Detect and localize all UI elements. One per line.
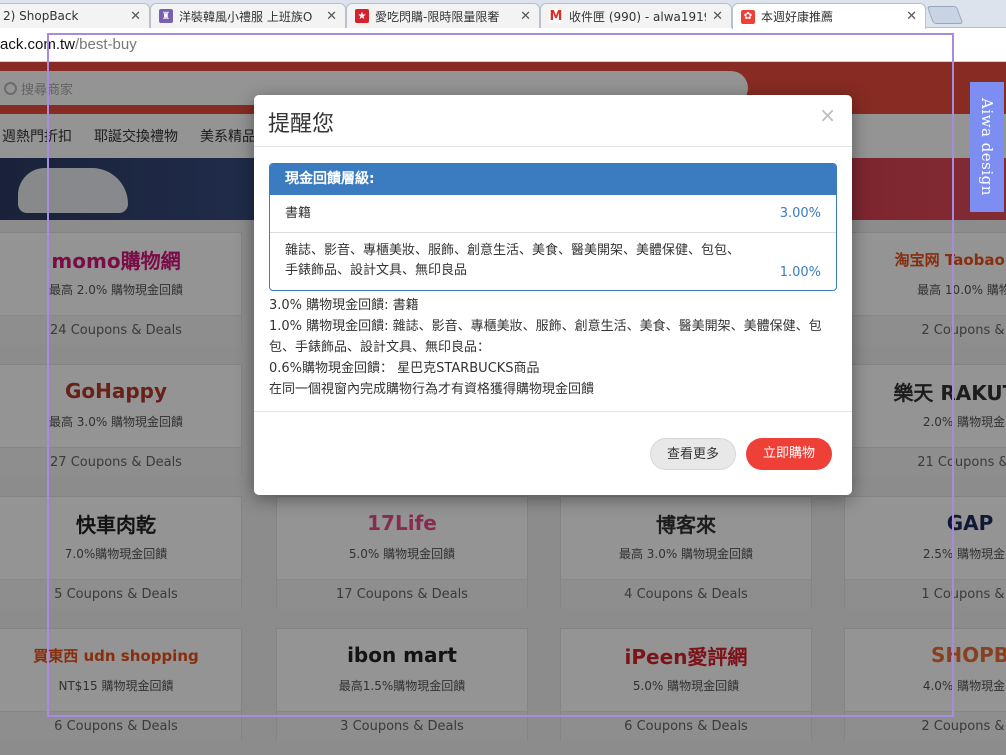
close-icon[interactable]: × — [819, 103, 836, 127]
browser-tab-dress-store[interactable]: ♜ 洋裝韓風小禮服 上班族O ✕ — [150, 3, 346, 28]
flashsale-favicon-icon: ★ — [355, 9, 369, 23]
tier-percent: 3.00% — [779, 206, 821, 221]
url-host: ack.com.tw — [0, 36, 76, 53]
close-icon[interactable]: ✕ — [130, 9, 141, 24]
tab-title: 洋裝韓風小禮服 上班族O — [179, 9, 313, 24]
browser-tab-flash-sale[interactable]: ★ 愛吃閃購-限時限量限奢 ✕ — [346, 3, 540, 28]
tier-row: 雜誌、影音、專櫃美妝、服飾、創意生活、美食、醫美開架、美體保健、包包、手錶飾品、… — [270, 233, 836, 290]
new-tab-button[interactable] — [926, 6, 964, 24]
cashback-notes: 3.0% 購物現金回饋: 書籍 1.0% 購物現金回饋: 雜誌、影音、專櫃美妝、… — [269, 295, 837, 400]
url-text[interactable]: ack.com.tw/best-buy — [0, 36, 137, 53]
tier-name: 雜誌、影音、專櫃美妝、服飾、創意生活、美食、醫美開架、美體保健、包包、手錶飾品、… — [285, 243, 741, 278]
note-line: 1.0% 購物現金回饋: 雜誌、影音、專櫃美妝、服飾、創意生活、美食、醫美開架、… — [269, 319, 822, 355]
modal-title: 提醒您 — [268, 112, 335, 137]
tab-title: 收件匣 (990) - alwa1919 — [569, 9, 707, 24]
tab-title: 愛吃閃購-限時限量限奢 — [375, 9, 500, 24]
shopback-favicon-icon: ✿ — [741, 9, 755, 24]
store-favicon-icon: ♜ — [159, 9, 173, 23]
tab-title: 2) ShopBack — [3, 9, 79, 23]
close-icon[interactable]: ✕ — [906, 9, 917, 24]
cashback-tier-table: 現金回饋層級: 書籍 3.00% 雜誌、影音、專櫃美妝、服飾、創意生活、美食、醫… — [269, 163, 837, 291]
note-line: 3.0% 購物現金回饋: 書籍 — [269, 298, 419, 313]
close-icon[interactable]: ✕ — [712, 9, 723, 24]
watermark-label: Aiwa design — [970, 82, 1004, 212]
tab-title: 本週好康推薦 — [761, 10, 834, 24]
tier-percent: 1.00% — [779, 265, 821, 280]
browser-tab-shopback[interactable]: 2) ShopBack ✕ — [0, 3, 150, 28]
address-bar[interactable]: ack.com.tw/best-buy — [0, 28, 1006, 62]
cashback-modal: 提醒您 × 現金回饋層級: 書籍 3.00% 雜誌、影音、專櫃美妝、服飾、創意生… — [254, 95, 852, 495]
note-line: 在同一個視窗內完成購物行為才有資格獲得購物現金回饋 — [269, 382, 595, 397]
browser-tab-best-buy[interactable]: ✿ 本週好康推薦 ✕ — [732, 3, 926, 29]
note-line: 0.6%購物現金回饋： 星巴克STARBUCKS商品 — [269, 361, 540, 376]
tier-name: 書籍 — [285, 206, 312, 221]
browser-tab-bar: 2) ShopBack ✕ ♜ 洋裝韓風小禮服 上班族O ✕ ★ 愛吃閃購-限時… — [0, 0, 1006, 29]
gmail-icon: M — [549, 8, 563, 24]
close-icon[interactable]: ✕ — [326, 9, 337, 24]
modal-footer: 查看更多 立即購物 — [254, 411, 852, 495]
tier-heading: 現金回饋層級: — [270, 164, 836, 195]
shop-now-button[interactable]: 立即購物 — [746, 438, 832, 470]
tier-row: 書籍 3.00% — [270, 195, 836, 233]
close-icon[interactable]: ✕ — [520, 9, 531, 24]
url-path: /best-buy — [75, 36, 137, 53]
view-more-button[interactable]: 查看更多 — [650, 438, 736, 470]
modal-header: 提醒您 × — [254, 95, 852, 147]
browser-tab-gmail[interactable]: M 收件匣 (990) - alwa1919 ✕ — [540, 3, 732, 28]
